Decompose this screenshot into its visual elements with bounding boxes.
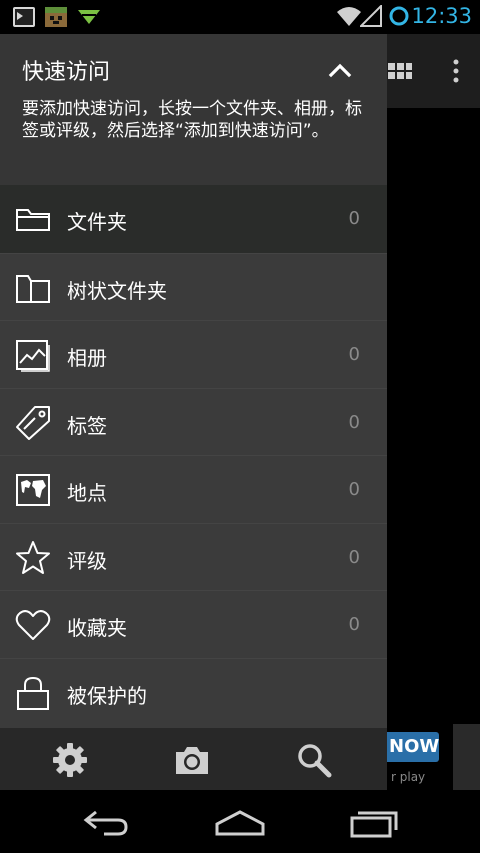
quick-access-description: 要添加快速访问，长按一个文件夹、相册，标签或评级，然后选择“添加到快速访问”。 xyxy=(22,99,362,141)
ad-image xyxy=(453,724,480,790)
menu-item-count: 0 xyxy=(348,479,360,500)
navigation-drawer: 快速访问 要添加快速访问，长按一个文件夹、相册，标签或评级，然后选择“添加到快速… xyxy=(0,34,387,790)
menu-item-label: 被保护的 xyxy=(67,683,147,708)
camera-icon[interactable] xyxy=(174,742,210,778)
screen: 12:33 NOW r play 快速访问 要添加快速访问，长按一个文件夹、相册… xyxy=(0,0,480,853)
ad-cta-button[interactable]: NOW xyxy=(387,732,439,762)
signal-icon xyxy=(360,5,382,27)
menu-item-count: 0 xyxy=(348,546,360,568)
background-ad-banner[interactable]: NOW r play xyxy=(387,724,480,790)
drawer-bottom-toolbar xyxy=(0,728,387,790)
clock: 12:33 xyxy=(411,4,472,28)
menu-item-ratings[interactable]: 评级 0 xyxy=(0,522,387,591)
back-icon[interactable] xyxy=(82,808,130,838)
system-navigation-bar xyxy=(0,790,480,853)
quick-access-title: 快速访问 xyxy=(22,60,111,85)
menu-item-count: 0 xyxy=(348,208,360,229)
folder-tree-icon xyxy=(16,274,50,303)
menu-item-count: 0 xyxy=(348,344,360,365)
menu-item-label: 文件夹 xyxy=(67,210,127,234)
sync-icon xyxy=(389,6,409,26)
settings-icon[interactable] xyxy=(52,742,88,778)
drawer-menu-list: 文件夹 0 树状文件夹 相册 0 标签 0 地点 0 评级 0 收藏夹 0 被保… xyxy=(0,185,387,725)
ad-subtext: r play xyxy=(391,770,426,784)
lock-icon xyxy=(17,676,49,710)
overflow-menu-icon[interactable] xyxy=(451,58,461,84)
folder-icon xyxy=(16,209,50,231)
map-icon xyxy=(16,474,50,506)
download-icon xyxy=(78,10,100,24)
menu-item-label: 标签 xyxy=(67,413,107,438)
grid-view-icon[interactable] xyxy=(387,60,413,82)
background-action-bar xyxy=(387,34,480,108)
heart-icon xyxy=(15,610,51,640)
menu-item-protected[interactable]: 被保护的 xyxy=(0,657,387,726)
menu-item-count: 0 xyxy=(348,614,360,635)
terminal-icon xyxy=(13,7,35,27)
status-bar: 12:33 xyxy=(0,0,480,34)
menu-item-favorites[interactable]: 收藏夹 0 xyxy=(0,590,387,658)
menu-item-label: 收藏夹 xyxy=(67,616,127,640)
menu-item-places[interactable]: 地点 0 xyxy=(0,455,387,523)
wifi-icon xyxy=(337,7,361,26)
quick-access-panel: 快速访问 要添加快速访问，长按一个文件夹、相册，标签或评级，然后选择“添加到快速… xyxy=(0,34,387,185)
menu-item-albums[interactable]: 相册 0 xyxy=(0,320,387,388)
menu-item-label: 树状文件夹 xyxy=(67,278,167,303)
menu-item-label: 相册 xyxy=(67,346,107,370)
search-icon[interactable] xyxy=(296,742,332,778)
tag-icon xyxy=(16,405,50,440)
game-icon xyxy=(45,7,67,27)
chevron-up-icon[interactable] xyxy=(326,56,354,84)
menu-item-tags[interactable]: 标签 0 xyxy=(0,387,387,456)
menu-item-count: 0 xyxy=(348,411,360,433)
recents-icon[interactable] xyxy=(350,808,400,838)
home-icon[interactable] xyxy=(214,808,266,838)
menu-item-folder-tree[interactable]: 树状文件夹 xyxy=(0,252,387,321)
star-icon xyxy=(16,540,50,574)
menu-item-folders[interactable]: 文件夹 0 xyxy=(0,185,387,253)
menu-item-label: 评级 xyxy=(67,548,107,573)
album-icon xyxy=(16,340,50,372)
menu-item-label: 地点 xyxy=(67,481,107,505)
